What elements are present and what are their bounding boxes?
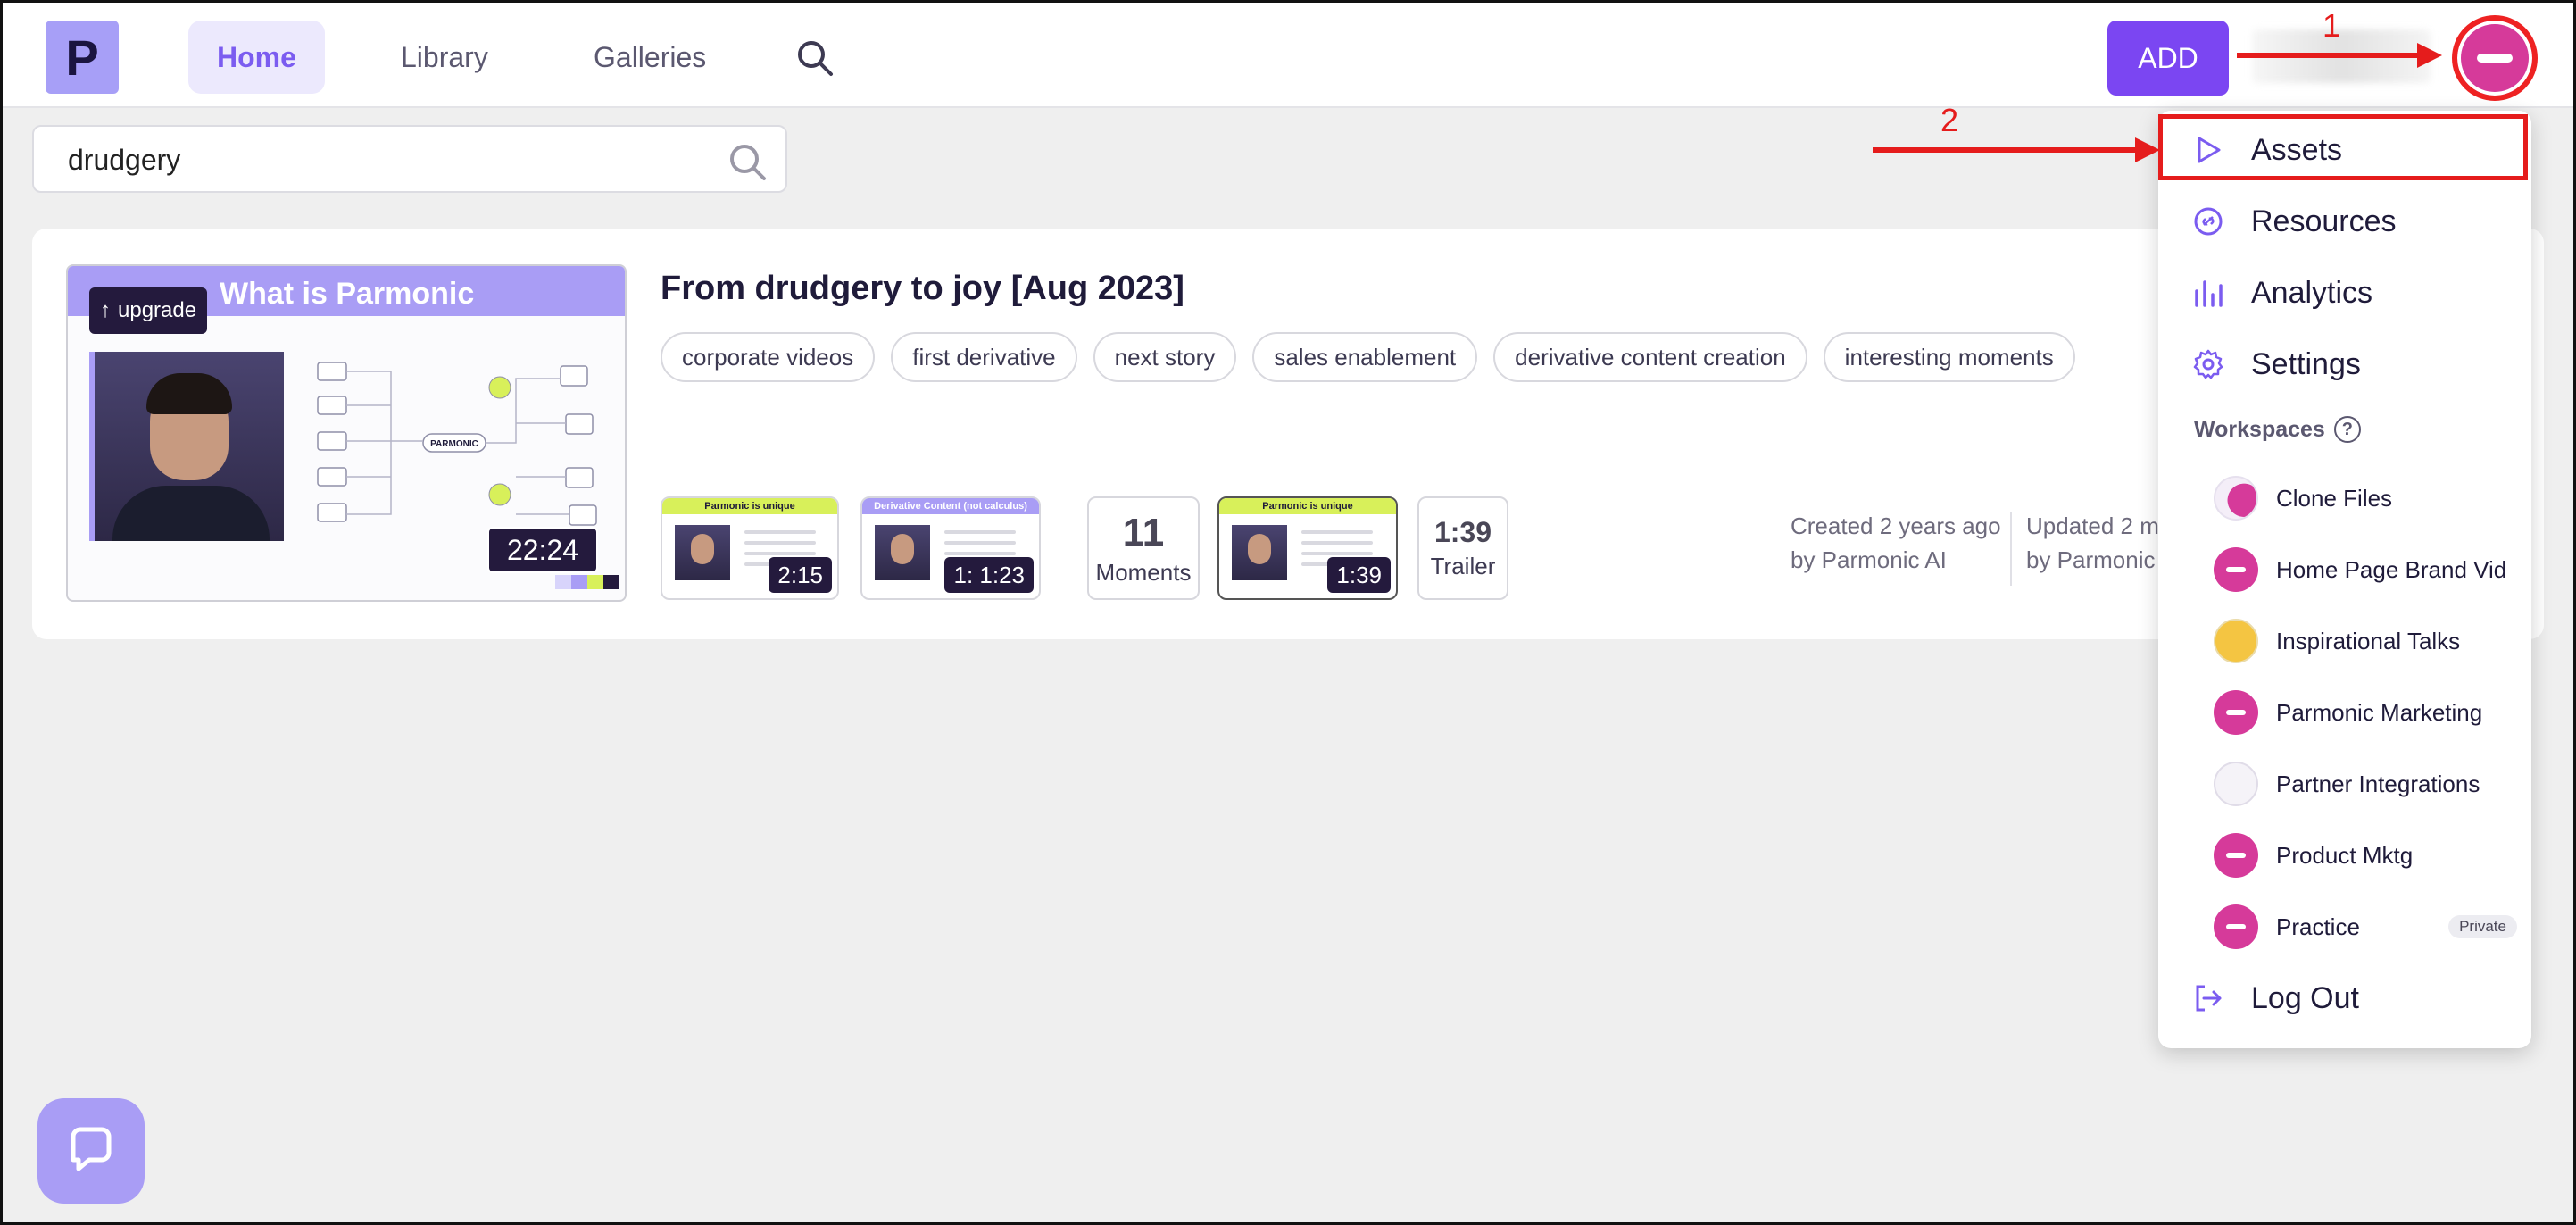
tag-chip[interactable]: interesting moments <box>1823 332 2075 382</box>
parmonic-logo[interactable]: P <box>46 21 119 94</box>
nav-home[interactable]: Home <box>188 21 325 94</box>
created-by: by Parmonic AI <box>1791 546 1947 573</box>
search-bar[interactable] <box>32 125 787 193</box>
menu-item-resources[interactable]: Resources <box>2158 189 2531 254</box>
chat-icon <box>71 1127 112 1171</box>
trailer-box[interactable]: 1:39 Trailer <box>1417 496 1508 600</box>
upgrade-label: upgrade <box>118 298 197 322</box>
bar-chart-icon <box>2195 280 2223 307</box>
workspace-label: Inspirational Talks <box>2276 627 2461 654</box>
workspace-item[interactable]: Inspirational Talks <box>2214 616 2517 666</box>
updated-line: Updated 2 m <box>2026 512 2159 539</box>
search-icon[interactable] <box>727 141 768 182</box>
menu-label: Analytics <box>2251 275 2373 310</box>
workspaces-label: Workspaces <box>2194 416 2325 442</box>
workspace-avatar <box>2214 690 2258 735</box>
tag-chip[interactable]: derivative content creation <box>1493 332 1807 382</box>
workspace-item[interactable]: Home Page Brand Vid <box>2214 545 2517 595</box>
tag-chip[interactable]: first derivative <box>891 332 1077 382</box>
derivative-duration: 1: 1:23 <box>944 557 1034 593</box>
derivative-thumbnail[interactable]: Parmonic is unique 2:15 <box>661 496 839 600</box>
menu-label: Log Out <box>2251 980 2359 1015</box>
workspace-avatar <box>2214 476 2258 521</box>
meta-divider <box>2010 512 2012 586</box>
workspace-label: Practice <box>2276 912 2360 940</box>
top-navigation-bar: P Home Library Galleries ADD <box>3 3 2573 108</box>
menu-item-settings[interactable]: Settings <box>2158 332 2531 396</box>
user-avatar-button[interactable] <box>2452 15 2538 101</box>
logout-icon <box>2196 985 2222 1012</box>
workspace-label: Clone Files <box>2276 484 2393 512</box>
private-badge: Private <box>2448 915 2517 938</box>
brand-swatches <box>555 575 619 589</box>
video-title[interactable]: From drudgery to joy [Aug 2023] <box>661 270 1184 308</box>
tag-list: corporate videos first derivative next s… <box>661 332 2075 382</box>
workspace-avatar <box>2214 547 2258 592</box>
workspace-item[interactable]: Partner Integrations <box>2214 759 2517 809</box>
workspace-avatar <box>2214 904 2258 949</box>
add-button[interactable]: ADD <box>2107 21 2229 96</box>
workspace-item[interactable]: Parmonic Marketing <box>2214 688 2517 738</box>
workspace-item[interactable]: Practice Private <box>2214 902 2517 952</box>
presenter-image <box>89 352 284 541</box>
workspace-avatar <box>2214 833 2258 878</box>
video-duration: 22:24 <box>487 527 598 573</box>
workspace-item[interactable]: Clone Files <box>2214 473 2517 523</box>
updated-info: Updated 2 m by Parmonic <box>2026 509 2159 577</box>
help-icon[interactable]: ? <box>2333 416 2361 443</box>
diagram-label: PARMONIC <box>430 439 478 449</box>
tag-chip[interactable]: corporate videos <box>661 332 876 382</box>
menu-label: Settings <box>2251 346 2361 381</box>
nav-library[interactable]: Library <box>372 21 517 94</box>
moments-count[interactable]: 11 Moments <box>1087 496 1200 600</box>
tag-chip[interactable]: next story <box>1093 332 1237 382</box>
video-thumbnail[interactable]: What is Parmonic ↑ upgrade PARMONIC 22:2… <box>66 264 627 602</box>
menu-item-logout[interactable]: Log Out <box>2158 966 2531 1030</box>
workflow-diagram: PARMONIC <box>317 362 597 526</box>
gear-icon <box>2193 349 2223 379</box>
trailer-duration: 1:39 <box>1433 516 1492 548</box>
search-input[interactable] <box>68 141 710 179</box>
moments-label: Moments <box>1095 558 1192 586</box>
created-line: Created 2 years ago <box>1791 512 2001 539</box>
trailer-label: Trailer <box>1430 553 1496 579</box>
link-icon <box>2194 207 2223 236</box>
derivative-thumbnail[interactable]: Parmonic is unique 1:39 <box>1217 496 1398 600</box>
arrow-up-icon: ↑ <box>100 298 111 322</box>
workspace-label: Parmonic Marketing <box>2276 698 2483 726</box>
derivative-thumbnail[interactable]: Derivative Content (not calculus) 1: 1:2… <box>860 496 1041 600</box>
derivative-duration: 2:15 <box>769 557 832 593</box>
derivative-band: Derivative Content (not calculus) <box>862 498 1039 514</box>
derivative-band: Parmonic is unique <box>1219 498 1396 514</box>
menu-label: Resources <box>2251 204 2397 238</box>
avatar-icon <box>2477 54 2513 62</box>
derivative-band: Parmonic is unique <box>662 498 837 514</box>
workspace-label: Partner Integrations <box>2276 770 2480 797</box>
annotation-highlight-box <box>2158 114 2528 180</box>
tag-chip[interactable]: sales enablement <box>1252 332 1478 382</box>
blurred-username <box>2252 29 2431 83</box>
workspace-label: Home Page Brand Vid <box>2276 555 2507 583</box>
created-info: Created 2 years ago by Parmonic AI <box>1791 509 2001 577</box>
user-dropdown-menu: Assets Resources Analytics Settings Work… <box>2158 111 2531 1048</box>
menu-item-analytics[interactable]: Analytics <box>2158 261 2531 325</box>
workspace-avatar <box>2214 762 2258 806</box>
annotation-step-1: 1 <box>2323 7 2341 44</box>
annotation-step-2: 2 <box>1940 102 1959 138</box>
workspace-label: Product Mktg <box>2276 841 2414 869</box>
workspace-item[interactable]: Product Mktg <box>2214 830 2517 880</box>
updated-by: by Parmonic <box>2026 546 2156 573</box>
nav-galleries[interactable]: Galleries <box>565 21 735 94</box>
workspaces-header: Workspaces ? <box>2194 416 2361 443</box>
search-icon[interactable] <box>794 37 836 79</box>
derivative-duration: 1:39 <box>1327 557 1391 593</box>
upgrade-badge[interactable]: ↑ upgrade <box>89 288 208 334</box>
moments-number: 11 <box>1122 510 1165 554</box>
workspace-avatar <box>2214 619 2258 663</box>
chat-support-button[interactable] <box>37 1098 145 1204</box>
